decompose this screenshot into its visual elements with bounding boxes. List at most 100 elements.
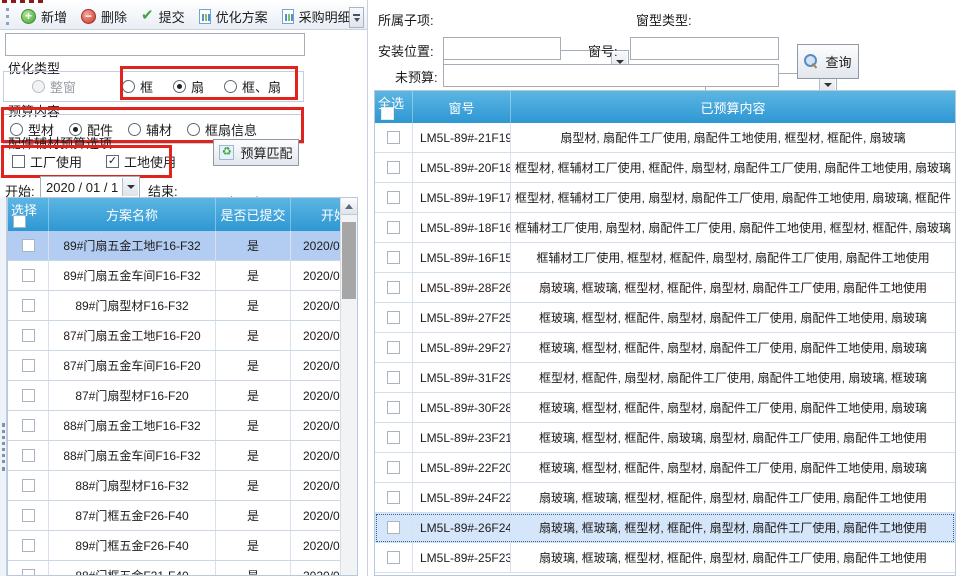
no-budget-label: 未预算:	[395, 67, 438, 86]
row-checkbox[interactable]	[22, 479, 35, 492]
row-checkbox[interactable]	[387, 491, 400, 504]
plan-table-row[interactable]: 88#门扇型材F16-F32是2020/0	[8, 471, 357, 501]
row-checkbox[interactable]	[387, 191, 400, 204]
row-select-cell	[375, 183, 413, 212]
radio-icon	[187, 123, 200, 136]
row-checkbox[interactable]	[22, 569, 35, 576]
window-table-row[interactable]: LM5L-89#-23F21框玻璃, 框型材, 框配件, 扇玻璃, 扇型材, 扇…	[375, 423, 955, 453]
plan-table-row[interactable]: 87#门扇五金工地F16-F20是2020/0	[8, 321, 357, 351]
toolbar-button-label: 新增	[41, 7, 67, 26]
budgeted-content-cell: 扇玻璃, 框玻璃, 框型材, 框配件, 扇型材, 扇配件工厂使用, 扇配件工地使…	[511, 543, 955, 572]
window-table-row[interactable]: LM5L-89#-28F26扇玻璃, 框玻璃, 框型材, 框配件, 扇型材, 扇…	[375, 273, 955, 303]
row-checkbox[interactable]	[387, 431, 400, 444]
row-checkbox[interactable]	[22, 329, 35, 342]
window-table-row[interactable]: LM5L-89#-19F17框型材, 框辅材工厂使用, 扇型材, 扇配件工厂使用…	[375, 183, 955, 213]
window-table-row[interactable]: LM5L-89#-25F23扇玻璃, 框玻璃, 框型材, 框配件, 扇型材, 扇…	[375, 543, 955, 573]
scrollbar-up-icon[interactable]	[341, 198, 357, 215]
plan-table-row[interactable]: 88#门扇五金工地F16-F32是2020/0	[8, 411, 357, 441]
window-table-row[interactable]: LM5L-89#-21F19扇型材, 扇配件工厂使用, 扇配件工地使用, 框型材…	[375, 123, 955, 153]
window-table-row[interactable]: LM5L-89#-26F24扇玻璃, 框玻璃, 框型材, 框配件, 扇型材, 扇…	[375, 513, 955, 543]
plan-table-row[interactable]: 89#门扇五金工地F16-F32是2020/0	[8, 231, 357, 261]
plan-table-scrollbar[interactable]	[340, 198, 357, 575]
window-no-cell: LM5L-89#-16F15	[413, 243, 511, 272]
submitted-cell: 是	[216, 531, 291, 560]
budget-match-button[interactable]: ♻ 预算匹配	[213, 139, 299, 166]
row-select-cell	[8, 471, 49, 500]
window-select-all-checkbox[interactable]	[381, 107, 394, 120]
plan-table-row[interactable]: 88#门扇五金车间F16-F32是2020/0	[8, 441, 357, 471]
window-table-row[interactable]: LM5L-89#-30F28框玻璃, 框型材, 框配件, 扇型材, 扇配件工厂使…	[375, 393, 955, 423]
row-checkbox[interactable]	[387, 221, 400, 234]
window-no-cell: LM5L-89#-31F29	[413, 363, 511, 392]
plan-name-cell: 87#门扇型材F16-F20	[49, 381, 216, 410]
window-table-row[interactable]: LM5L-89#-16F15框辅材工厂使用, 框型材, 框配件, 扇型材, 扇配…	[375, 243, 955, 273]
row-checkbox[interactable]	[22, 299, 35, 312]
row-checkbox[interactable]	[22, 269, 35, 282]
optimize-type-radio[interactable]: 整窗	[32, 77, 76, 96]
plan-table-row[interactable]: 89#门扇五金车间F16-F32是2020/0	[8, 261, 357, 291]
toolbar-button[interactable]: +新增	[21, 7, 67, 26]
left-splitter[interactable]	[0, 197, 7, 576]
toolbar-button[interactable]: ✔提交	[141, 7, 185, 26]
install-pos-input[interactable]	[443, 37, 561, 60]
window-table-row[interactable]: LM5L-89#-18F16框辅材工厂使用, 扇型材, 扇配件工厂使用, 扇配件…	[375, 213, 955, 243]
toolbar-button[interactable]: −删除	[81, 7, 127, 26]
row-checkbox[interactable]	[387, 251, 400, 264]
row-select-cell	[375, 543, 413, 572]
window-table-row[interactable]: LM5L-89#-31F29框型材, 框配件, 扇型材, 扇配件工厂使用, 扇配…	[375, 363, 955, 393]
window-table-row[interactable]: LM5L-89#-29F27框玻璃, 框型材, 框配件, 扇型材, 扇配件工厂使…	[375, 333, 955, 363]
row-checkbox[interactable]	[387, 311, 400, 324]
plan-table-row[interactable]: 88#门框五金F21-F40是2020/0	[8, 561, 357, 576]
row-checkbox[interactable]	[387, 401, 400, 414]
usage-checkbox-option[interactable]: ✓工地使用	[106, 152, 176, 171]
row-select-cell	[8, 561, 49, 576]
row-checkbox[interactable]	[22, 359, 35, 372]
optimize-type-radio[interactable]: 框	[122, 77, 153, 96]
no-budget-input[interactable]	[443, 64, 779, 87]
window-table-row[interactable]: LM5L-89#-22F20框玻璃, 框型材, 框配件, 扇型材, 扇配件工厂使…	[375, 453, 955, 483]
row-checkbox[interactable]	[387, 461, 400, 474]
submitted-cell: 是	[216, 381, 291, 410]
row-checkbox[interactable]	[22, 509, 35, 522]
window-no-cell: LM5L-89#-25F23	[413, 543, 511, 572]
toolbar-grip[interactable]	[6, 8, 9, 25]
row-checkbox[interactable]	[22, 539, 35, 552]
budgeted-content-cell: 框辅材工厂使用, 扇型材, 扇配件工厂使用, 扇配件工地使用, 框型材, 框配件…	[511, 213, 955, 242]
row-checkbox[interactable]	[387, 161, 400, 174]
plan-search-input[interactable]	[5, 33, 305, 56]
start-date-dropdown-icon[interactable]	[122, 178, 138, 196]
window-no-input[interactable]	[630, 37, 779, 60]
toolbar-button[interactable]: 优化方案	[199, 7, 268, 26]
toolbar-overflow-button[interactable]	[349, 7, 364, 28]
plan-table-row[interactable]: 87#门框五金F26-F40是2020/0	[8, 501, 357, 531]
row-checkbox[interactable]	[387, 281, 400, 294]
window-table-row[interactable]: LM5L-89#-20F18框型材, 框辅材工厂使用, 框配件, 扇型材, 扇配…	[375, 153, 955, 183]
row-checkbox[interactable]	[22, 449, 35, 462]
plan-table-row[interactable]: 89#门框五金F26-F40是2020/0	[8, 531, 357, 561]
row-checkbox[interactable]	[387, 551, 400, 564]
start-date-picker[interactable]: 2020 / 01 / 1	[40, 176, 140, 198]
budget-content-radio[interactable]: 辅材	[128, 120, 172, 139]
row-checkbox[interactable]	[387, 131, 400, 144]
plan-table-row[interactable]: 89#门扇型材F16-F32是2020/0	[8, 291, 357, 321]
usage-checkbox-option[interactable]: 工厂使用	[12, 152, 82, 171]
optimize-type-radio[interactable]: 框、扇	[224, 77, 281, 96]
row-checkbox[interactable]	[387, 341, 400, 354]
budgeted-content-cell: 扇玻璃, 框玻璃, 框型材, 框配件, 扇型材, 扇配件工厂使用, 扇配件工地使…	[511, 483, 955, 512]
row-checkbox[interactable]	[387, 521, 400, 534]
optimize-type-radio[interactable]: 扇	[173, 77, 204, 96]
select-all-checkbox[interactable]	[13, 215, 26, 228]
plan-name-cell: 89#门框五金F26-F40	[49, 531, 216, 560]
row-checkbox[interactable]	[387, 371, 400, 384]
window-no-cell: LM5L-89#-29F27	[413, 333, 511, 362]
query-button[interactable]: 查询	[797, 44, 859, 79]
plan-table-row[interactable]: 87#门扇五金车间F16-F20是2020/0	[8, 351, 357, 381]
window-table-row[interactable]: LM5L-89#-24F22扇玻璃, 框玻璃, 框型材, 框配件, 扇型材, 扇…	[375, 483, 955, 513]
row-checkbox[interactable]	[22, 389, 35, 402]
scrollbar-thumb[interactable]	[342, 222, 356, 299]
plan-table-row[interactable]: 87#门扇型材F16-F20是2020/0	[8, 381, 357, 411]
budget-content-radio[interactable]: 框扇信息	[187, 120, 257, 139]
row-checkbox[interactable]	[22, 239, 35, 252]
window-table-row[interactable]: LM5L-89#-27F25框玻璃, 框型材, 框配件, 扇型材, 扇配件工厂使…	[375, 303, 955, 333]
row-checkbox[interactable]	[22, 419, 35, 432]
